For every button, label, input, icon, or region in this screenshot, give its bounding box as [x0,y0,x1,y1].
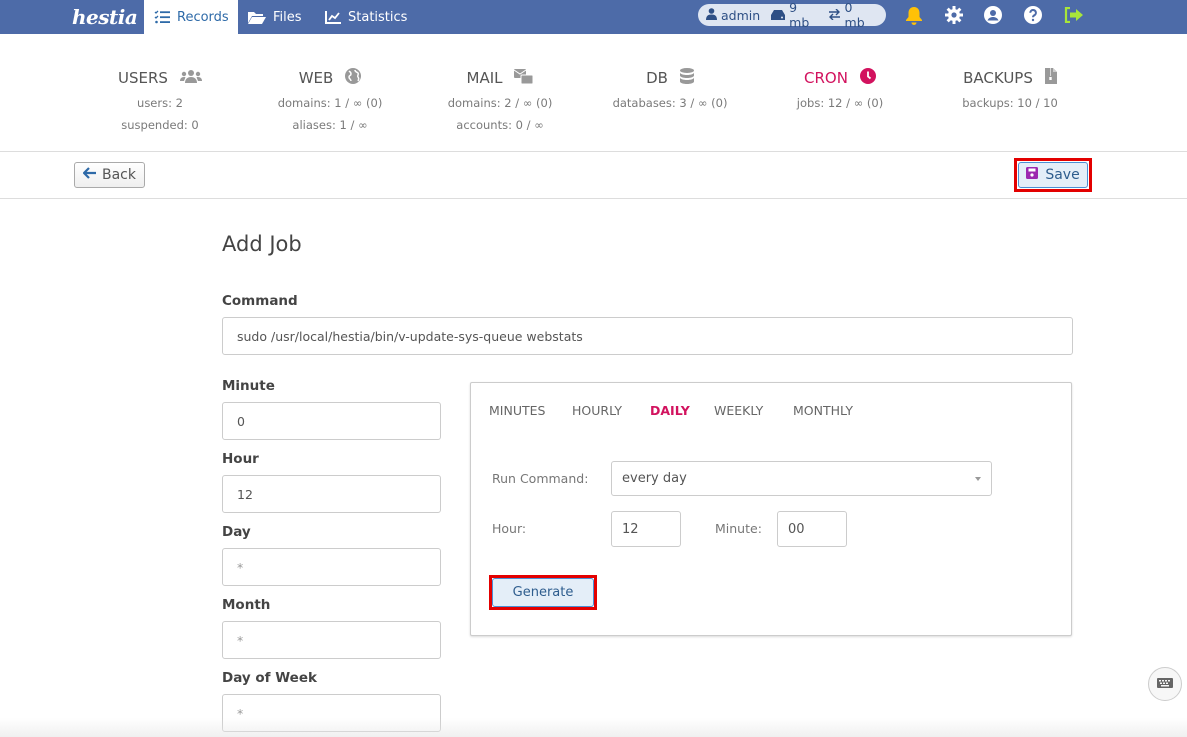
bandwidth-usage: 0 mb [844,0,865,30]
save-button[interactable]: Save [1018,162,1088,188]
logout-icon[interactable] [1063,5,1083,25]
month-label: Month [222,597,271,613]
day-input[interactable]: * [222,548,441,586]
on-screen-keyboard-button[interactable] [1148,667,1182,701]
nav-tab-records[interactable]: Records [144,0,238,34]
user-circle-icon[interactable] [983,5,1003,25]
bell-icon[interactable] [904,5,924,25]
arrow-left-icon [82,167,96,183]
users-icon [179,69,202,87]
stat-line: domains: 1 / ∞ (0) [277,96,383,110]
chevron-down-icon [975,477,981,481]
floppy-disk-icon [1026,167,1039,183]
file-archive-icon [1044,68,1057,88]
clock-icon [859,68,876,88]
back-label: Back [102,167,136,183]
run-command-select[interactable]: every day [611,461,992,496]
action-toolbar: Back Save [0,152,1187,199]
username: admin [721,7,761,23]
stat-backups[interactable]: BACKUPS backups: 10 / 10 [920,68,1100,110]
hour-label: Hour [222,451,259,467]
save-label: Save [1045,167,1080,183]
stat-line: users: 2 [137,96,183,110]
back-button[interactable]: Back [74,162,145,188]
command-input[interactable]: sudo /usr/local/hestia/bin/v-update-sys-… [222,317,1073,355]
stat-cron[interactable]: CRON jobs: 12 / ∞ (0) [750,68,930,110]
generator-hour-input[interactable]: 12 [611,511,681,547]
globe-icon [345,68,362,88]
database-icon [679,68,694,88]
help-icon[interactable] [1023,5,1043,25]
stat-line: backups: 10 / 10 [962,96,1058,110]
run-command-value: every day [622,471,687,486]
stats-overview: USERS users: 2 suspended: 0 WEB domains:… [0,34,1187,152]
minute-input[interactable]: 0 [222,402,441,440]
nav-tab-label: Records [177,9,229,25]
stat-title: CRON [804,69,848,87]
mail-icon [514,68,534,88]
user-segment: admin [706,8,760,23]
nav-tab-files[interactable]: Files [238,0,312,34]
stat-title: USERS [118,69,168,87]
stat-line: suspended: 0 [121,118,199,132]
generator-tab-minutes[interactable]: MINUTES [489,403,545,418]
day-label: Day [222,524,251,540]
folder-open-icon [248,10,266,24]
generator-tab-hourly[interactable]: HOURLY [572,403,622,418]
bandwidth-segment: 0 mb [828,0,872,30]
stat-title: WEB [298,69,334,87]
generate-button[interactable]: Generate [492,578,594,607]
run-command-label: Run Command: [492,471,589,486]
generator-tab-daily[interactable]: DAILY [650,403,690,418]
records-list-icon [154,10,170,24]
user-status-pill[interactable]: admin 9 mb 0 mb [698,0,886,30]
generator-minute-label: Minute: [715,521,762,536]
stat-title: BACKUPS [963,69,1033,87]
day-of-week-input[interactable]: * [222,694,441,732]
stat-db[interactable]: DB databases: 3 / ∞ (0) [580,68,760,110]
top-navbar: hestia Records Files Statistics admin 9 … [0,0,1187,34]
generator-hour-label: Hour: [492,521,527,536]
stat-users[interactable]: USERS users: 2 suspended: 0 [70,68,250,132]
stat-title: DB [646,69,668,87]
cron-generator-panel: MINUTES HOURLY DAILY WEEKLY MONTHLY Run … [470,382,1072,636]
minute-label: Minute [222,378,275,394]
generator-tab-monthly[interactable]: MONTHLY [793,403,853,418]
stat-title: MAIL [466,69,503,87]
stat-line: accounts: 0 / ∞ [456,118,544,132]
exchange-icon [828,8,841,23]
stat-line: jobs: 12 / ∞ (0) [796,96,884,110]
month-input[interactable]: * [222,621,441,659]
hour-input[interactable]: 12 [222,475,441,513]
generator-minute-input[interactable]: 00 [777,511,847,547]
page-title: Add Job [222,232,302,256]
day-of-week-label: Day of Week [222,670,317,686]
nav-tab-label: Files [273,9,302,25]
disk-usage: 9 mb [789,0,810,30]
bottom-scroll-fade [0,718,1187,737]
nav-tab-statistics[interactable]: Statistics [315,0,417,34]
hdd-icon [771,8,786,23]
stat-line: domains: 2 / ∞ (0) [447,96,553,110]
hestia-logo[interactable]: hestia [72,0,138,34]
keyboard-icon [1157,677,1173,692]
stat-web[interactable]: WEB domains: 1 / ∞ (0) aliases: 1 / ∞ [240,68,420,132]
generator-tab-weekly[interactable]: WEEKLY [714,403,763,418]
stat-line: aliases: 1 / ∞ [292,118,368,132]
nav-tab-label: Statistics [348,9,408,25]
disk-segment: 9 mb [771,0,816,30]
user-tie-icon [706,7,717,23]
command-label: Command [222,293,298,309]
gear-icon[interactable] [944,5,964,25]
chart-line-icon [325,10,341,24]
stat-mail[interactable]: MAIL domains: 2 / ∞ (0) accounts: 0 / ∞ [410,68,590,132]
stat-line: databases: 3 / ∞ (0) [612,96,728,110]
